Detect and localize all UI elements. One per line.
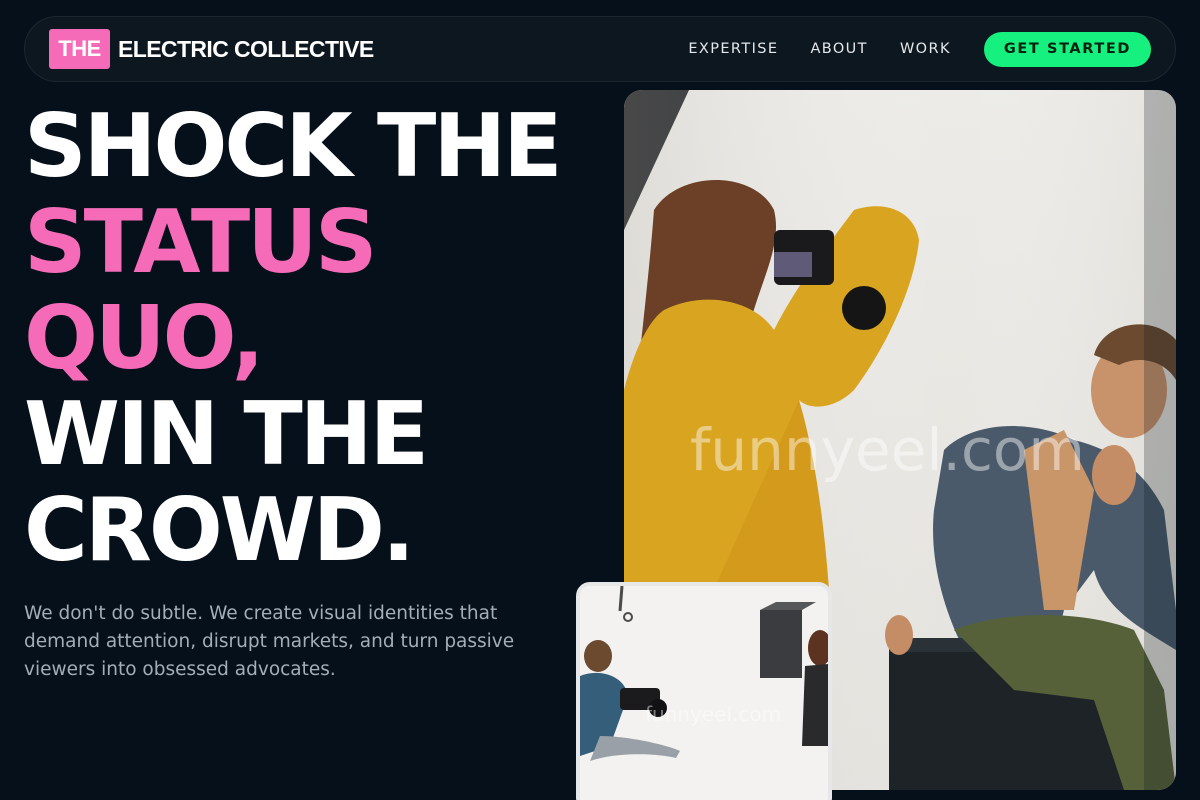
- hero-headline: SHOCK THE STATUS QUO, WIN THE CROWD.: [24, 98, 614, 578]
- nav-link-work[interactable]: WORK: [900, 41, 951, 57]
- top-navbar: THE ELECTRIC COLLECTIVE EXPERTISE ABOUT …: [24, 16, 1176, 82]
- hero-description: We don't do subtle. We create visual ide…: [24, 603, 515, 680]
- nav-links: EXPERTISE ABOUT WORK GET STARTED: [688, 31, 1151, 67]
- headline-line-2: STATUS: [24, 191, 377, 293]
- nav-link-about[interactable]: ABOUT: [810, 41, 868, 57]
- headline-line-4: WIN THE: [24, 383, 429, 485]
- photographer-floor-illustration: [580, 586, 828, 800]
- hero-photo-small: funnyeel.com: [576, 582, 832, 800]
- logo-badge: THE: [49, 29, 110, 69]
- get-started-button[interactable]: GET STARTED: [983, 31, 1151, 67]
- brand-logo[interactable]: THE ELECTRIC COLLECTIVE: [49, 29, 374, 69]
- headline-line-5: CROWD.: [24, 479, 415, 581]
- nav-link-expertise[interactable]: EXPERTISE: [688, 41, 778, 57]
- logo-text: ELECTRIC COLLECTIVE: [118, 35, 374, 62]
- headline-line-3: QUO,: [24, 287, 265, 389]
- headline-line-1: SHOCK THE: [24, 95, 563, 197]
